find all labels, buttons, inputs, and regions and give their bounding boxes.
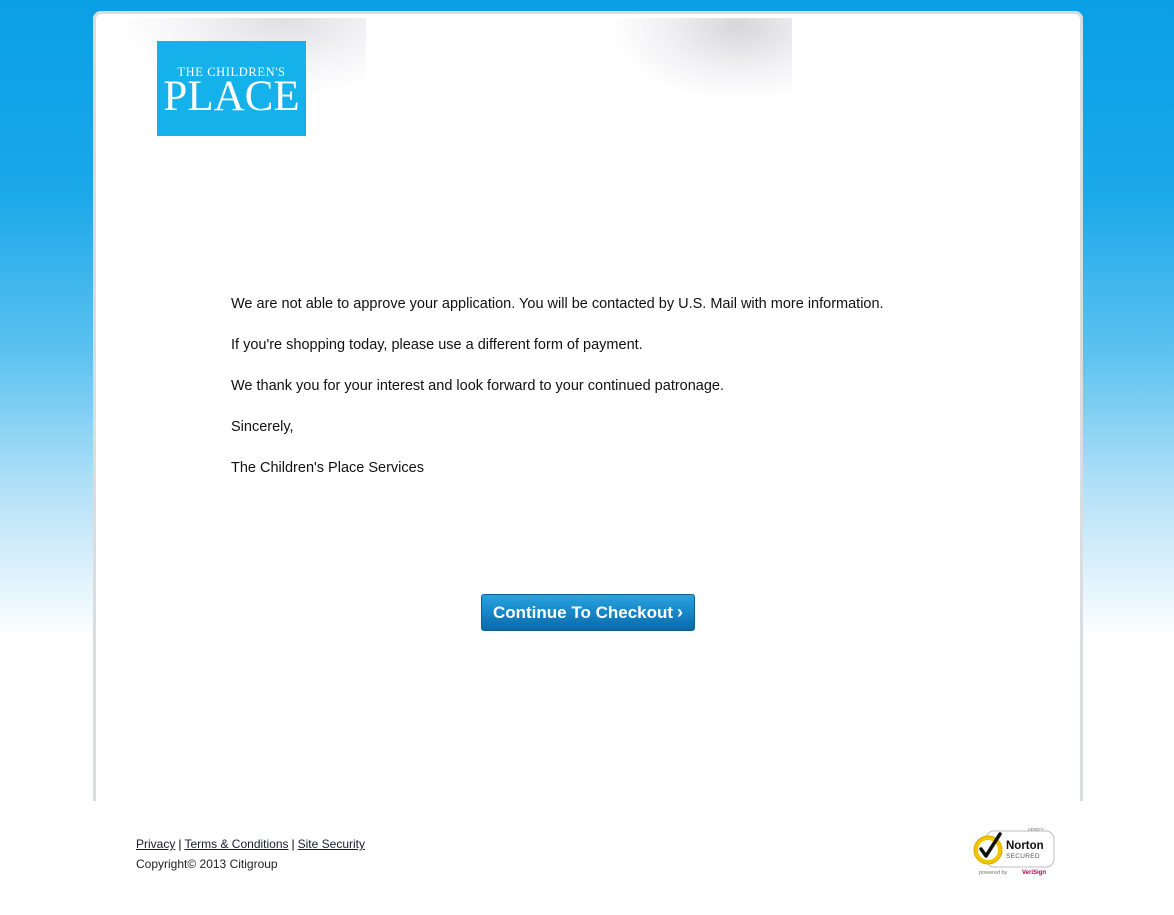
header-shadow-right [616, 18, 792, 98]
chevron-right-icon: › [677, 602, 684, 622]
footer-links: Privacy | Terms & Conditions | Site Security [136, 837, 365, 851]
message-signature: The Children's Place Services [231, 460, 424, 476]
logo-line-2: PLACE [163, 73, 300, 120]
checkout-button-label: Continue To Checkout [492, 602, 674, 622]
copyright-text: Copyright© 2013 Citigroup [136, 857, 278, 871]
terms-link[interactable]: Terms & Conditions [184, 837, 288, 851]
norton-verify-text: VERIFY [1028, 827, 1044, 832]
continue-to-checkout-button[interactable]: Continue To Checkout › [481, 594, 695, 631]
footer-separator: | [291, 837, 295, 851]
norton-status-text: SECURED [1006, 853, 1040, 860]
decline-message: We are not able to approve your applicat… [231, 296, 991, 501]
norton-powered-brand: VeriSign [1022, 870, 1046, 876]
message-paragraph-3: We thank you for your interest and look … [231, 378, 725, 394]
privacy-link[interactable]: Privacy [136, 837, 175, 851]
message-paragraph-1: We are not able to approve your applicat… [231, 296, 884, 312]
message-signoff: Sincerely, [231, 419, 294, 435]
norton-secured-badge[interactable]: VERIFY Norton SECURED powered by VeriSig… [970, 826, 1058, 878]
norton-powered-prefix: powered by [979, 870, 1008, 876]
footer-separator: | [178, 837, 182, 851]
norton-brand-text: Norton [1006, 840, 1044, 852]
message-paragraph-2: If you're shopping today, please use a d… [231, 337, 643, 353]
site-security-link[interactable]: Site Security [298, 837, 365, 851]
checkmark-seal-icon [973, 832, 1003, 865]
card-bottom-fade [96, 741, 1080, 801]
childrens-place-logo: THE CHILDREN'S PLACE [157, 41, 306, 136]
